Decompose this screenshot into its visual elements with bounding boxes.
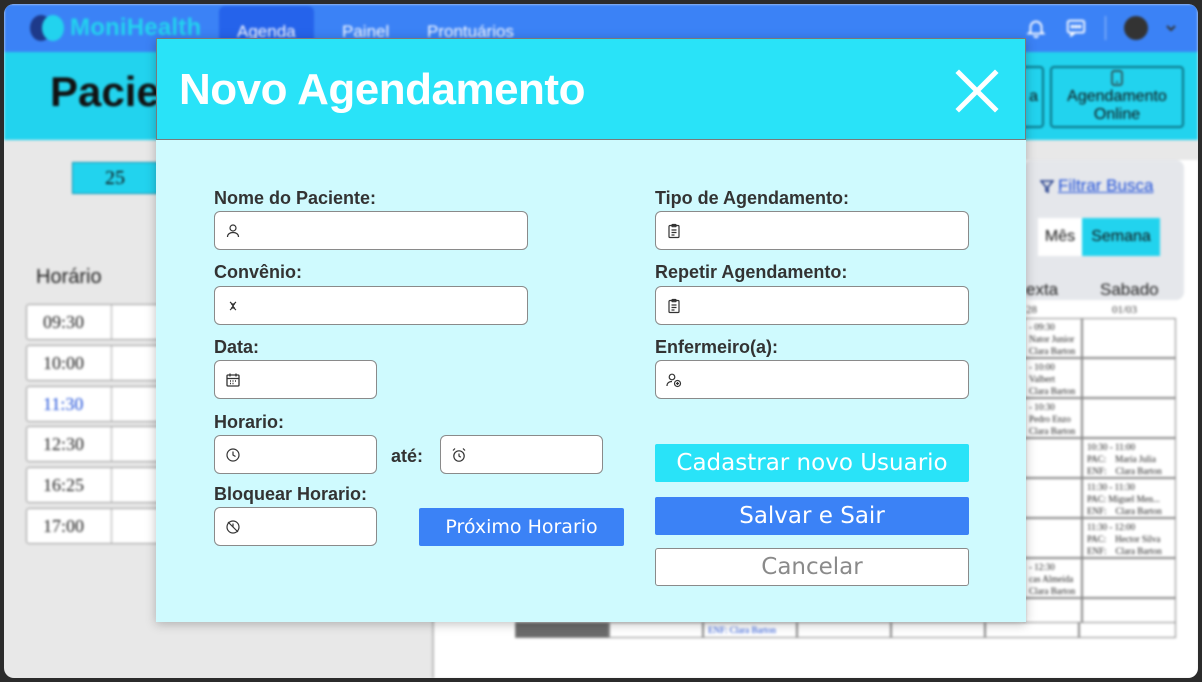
view-toggle: Mês Semana	[1038, 218, 1160, 256]
empty-cell[interactable]	[1082, 398, 1176, 438]
nome-input[interactable]	[247, 212, 527, 249]
empty-cell[interactable]	[1082, 318, 1176, 358]
enfermeiro-field[interactable]	[655, 360, 969, 399]
data-label: Data:	[214, 337, 260, 357]
horario-label: Horario:	[214, 412, 285, 432]
chevron-down-icon[interactable]	[1166, 23, 1176, 33]
app-window: MoniHealth Agenda Painel Prontuários Pac…	[4, 4, 1198, 678]
convenio-label: Convênio:	[214, 262, 302, 282]
salvar-e-sair-button[interactable]: Salvar e Sair	[655, 497, 969, 535]
appointment-cell[interactable]: 10:30 - 11:00 PAC: Maria Julia ENF: Clar…	[1082, 438, 1176, 478]
time-slot[interactable]: 10:00	[26, 345, 166, 381]
data-field[interactable]	[214, 360, 428, 399]
alarm-icon	[452, 447, 466, 462]
header-action-label: a	[1029, 87, 1038, 105]
proximo-horario-button[interactable]: Próximo Horario	[419, 508, 624, 546]
appointment-cell[interactable]: 11:30 - 11:30 PAC: Miguel Men... ENF: Cl…	[1082, 478, 1176, 518]
time-slot[interactable]: 12:30	[26, 426, 166, 462]
ate-label: até:	[391, 446, 424, 466]
nav-divider	[1105, 16, 1106, 40]
appointment-cell[interactable]: - 10:30 Pedro Enzo Clara Barton	[1024, 398, 1082, 438]
dna-icon	[229, 301, 237, 310]
empty-cell[interactable]	[1079, 622, 1176, 638]
filter-icon[interactable]	[1040, 180, 1054, 194]
repetir-label: Repetir Agendamento:	[655, 262, 848, 282]
horario-fim-field[interactable]	[440, 435, 654, 474]
calendar-icon	[226, 373, 240, 387]
horario-fim-input[interactable]	[473, 436, 654, 473]
view-week-button[interactable]: Semana	[1082, 218, 1160, 256]
appointment-cell[interactable]: - 09:30 Nator Junior Clara Barton	[1024, 318, 1082, 358]
time-slot[interactable]: 16:25	[26, 467, 166, 503]
convenio-field[interactable]	[214, 286, 528, 325]
convenio-input[interactable]	[247, 287, 527, 324]
empty-cell[interactable]	[1024, 478, 1082, 518]
appointment-cell[interactable]: - 12:30 cas Almeida Clara Barton	[1024, 558, 1082, 598]
tipo-label: Tipo de Agendamento:	[655, 188, 850, 208]
novo-agendamento-modal: Novo Agendamento Nome do Paciente: Convê…	[156, 38, 1026, 622]
modal-header: Novo Agendamento	[156, 38, 1026, 140]
column-date-sexta: 28	[1026, 304, 1037, 316]
appointment-cell[interactable]: - 10:00 Valbert Clara Barton	[1024, 358, 1082, 398]
empty-cell[interactable]	[609, 622, 703, 638]
column-date-sabado: 01/03	[1112, 304, 1138, 316]
data-input[interactable]	[247, 361, 428, 398]
tipo-field[interactable]	[655, 211, 969, 250]
time-slot[interactable]: 09:30	[26, 304, 166, 340]
repetir-field[interactable]	[655, 286, 969, 325]
empty-cell[interactable]	[1082, 558, 1176, 598]
empty-cell[interactable]	[515, 622, 609, 638]
logo-icon	[30, 15, 64, 41]
empty-cell[interactable]	[1024, 438, 1082, 478]
empty-cell[interactable]	[1024, 518, 1082, 558]
view-month-button[interactable]: Mês	[1038, 218, 1082, 256]
agendamento-online-button[interactable]: Agendamento Online	[1050, 66, 1184, 128]
bloquear-label: Bloquear Horario:	[214, 484, 368, 504]
clipboard-icon	[668, 223, 680, 238]
horario-heading: Horário	[36, 266, 102, 288]
enfermeiro-input[interactable]	[688, 361, 968, 398]
filter-link[interactable]: Filtrar Busca	[1058, 176, 1153, 196]
agendamento-online-label: Agendamento Online	[1067, 87, 1167, 123]
page-title: Pacie	[50, 68, 160, 115]
repetir-input[interactable]	[688, 287, 968, 324]
close-icon[interactable]	[953, 67, 1001, 115]
chat-icon[interactable]	[1065, 17, 1087, 39]
bloquear-input[interactable]	[247, 508, 428, 545]
cadastrar-usuario-button[interactable]: Cadastrar novo Usuario	[655, 444, 969, 482]
empty-cell[interactable]	[891, 622, 985, 638]
appointment-cell[interactable]: ENF: Clara Barton	[703, 622, 797, 638]
phone-icon	[1111, 69, 1123, 86]
user-icon	[226, 223, 240, 237]
clipboard-icon	[668, 298, 680, 313]
nome-label: Nome do Paciente:	[214, 188, 377, 208]
clock-off-icon	[226, 519, 240, 534]
enfermeiro-label: Enfermeiro(a):	[655, 337, 779, 357]
clock-icon	[226, 447, 240, 462]
bell-icon[interactable]	[1025, 17, 1047, 39]
appointment-cell[interactable]: 11:30 - 12:00 PAC: Hector Silva ENF: Cla…	[1082, 518, 1176, 558]
date-selector[interactable]: 25	[72, 162, 158, 194]
cancelar-button[interactable]: Cancelar	[655, 548, 969, 586]
empty-cell[interactable]	[1082, 358, 1176, 398]
nome-field[interactable]	[214, 211, 528, 250]
user-medical-icon	[666, 373, 682, 387]
empty-cell[interactable]	[985, 622, 1079, 638]
horario-inicio-field[interactable]	[214, 435, 428, 474]
column-header-sexta: exta	[1026, 280, 1059, 299]
column-header-sabado: Sabado	[1100, 280, 1159, 299]
time-slot[interactable]: 17:00	[26, 508, 166, 544]
modal-title: Novo Agendamento	[179, 65, 585, 114]
empty-cell[interactable]	[797, 622, 891, 638]
time-slot[interactable]: 11:30	[26, 386, 166, 422]
bloquear-field[interactable]	[214, 507, 428, 546]
tipo-input[interactable]	[688, 212, 968, 249]
avatar[interactable]	[1124, 16, 1148, 40]
